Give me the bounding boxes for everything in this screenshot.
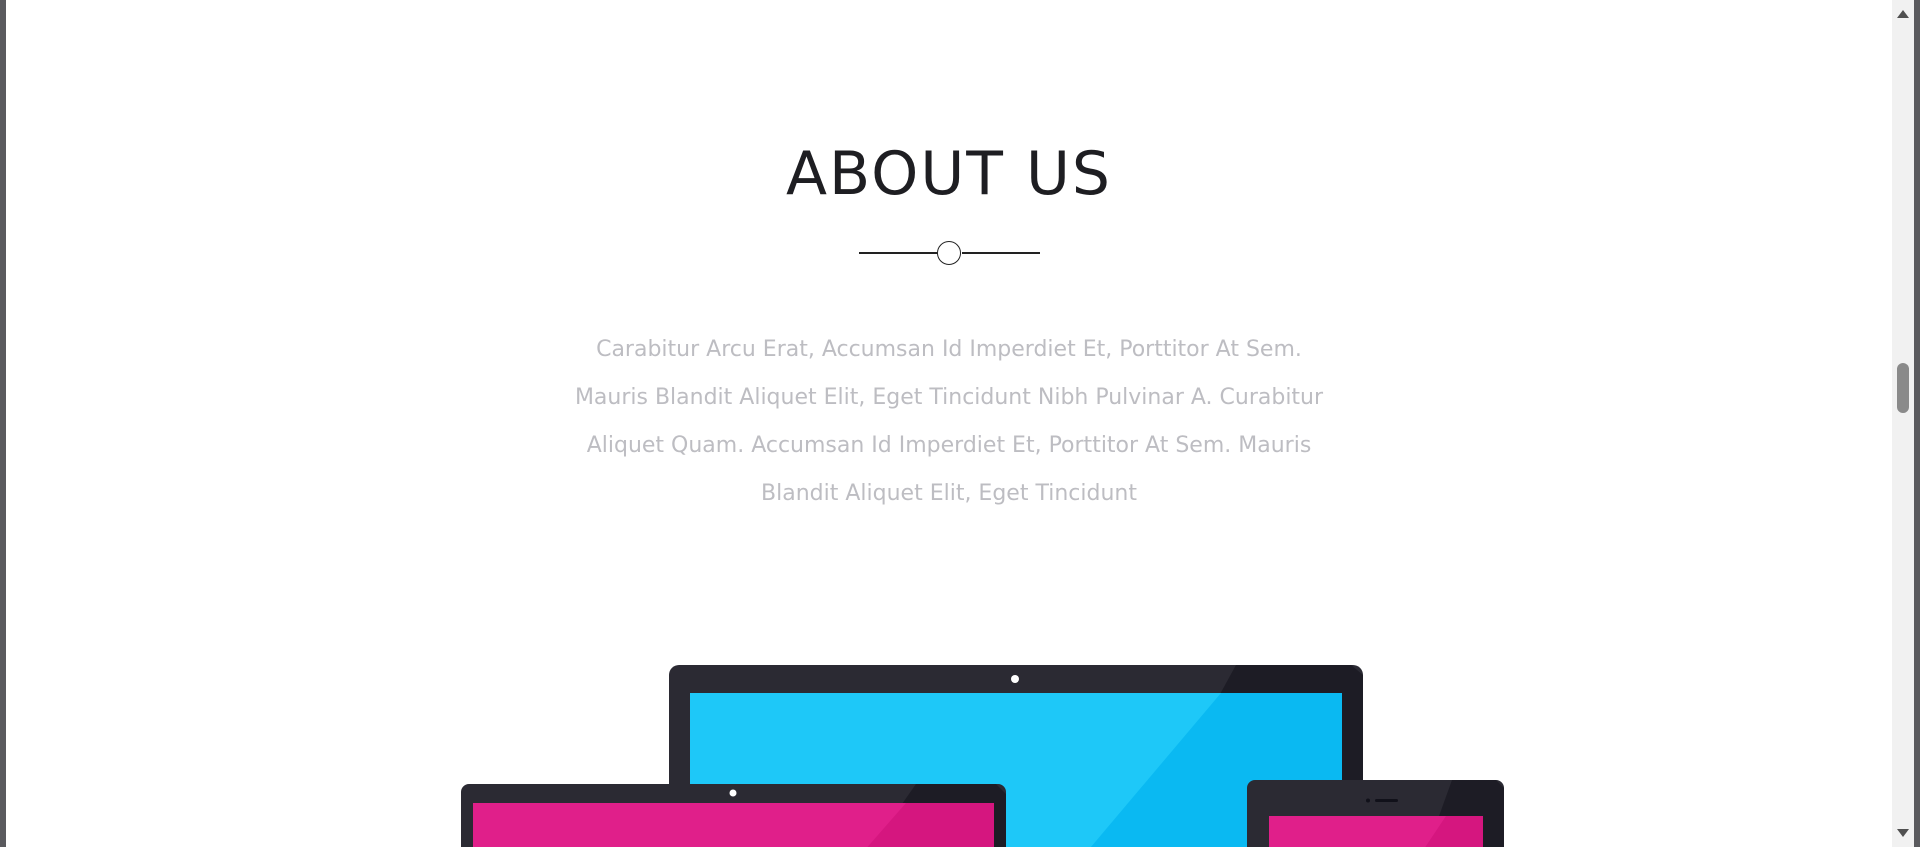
left-laptop-camera-icon xyxy=(729,789,737,797)
devices-illustration xyxy=(461,665,1504,847)
tablet-speaker-icon xyxy=(1375,799,1398,802)
page-viewport: ABOUT US Carabitur Arcu Erat, Accumsan I… xyxy=(6,0,1892,847)
laptop-camera-icon xyxy=(1011,675,1019,683)
left-laptop-device xyxy=(461,784,1006,847)
vertical-scrollbar[interactable] xyxy=(1892,0,1914,847)
tablet-device xyxy=(1247,780,1504,847)
scroll-up-arrow-icon[interactable] xyxy=(1892,4,1914,24)
window-border xyxy=(1914,0,1920,847)
scroll-down-arrow-icon[interactable] xyxy=(1892,823,1914,843)
scrollbar-thumb[interactable] xyxy=(1897,363,1909,413)
